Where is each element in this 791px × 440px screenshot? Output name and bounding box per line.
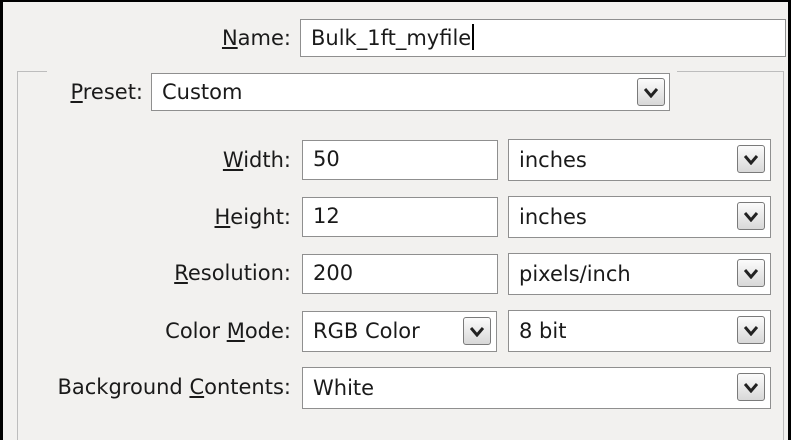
name-field[interactable]: Bulk_1ft_myfile (300, 19, 786, 57)
preset-select[interactable]: Custom (151, 73, 670, 111)
height-unit-dropdown-button[interactable] (737, 202, 765, 230)
color-mode-dropdown-button[interactable] (463, 317, 491, 345)
bit-depth-dropdown-button[interactable] (737, 316, 765, 344)
height-input[interactable]: 12 (302, 197, 498, 237)
chevron-down-icon (744, 212, 758, 222)
chevron-down-icon (644, 88, 658, 98)
resolution-unit-select[interactable]: pixels/inch (508, 253, 771, 295)
background-contents-select[interactable]: White (302, 367, 771, 409)
resolution-unit-dropdown-button[interactable] (737, 259, 765, 287)
new-document-dialog: Name: Bulk_1ft_myfile Preset: Custom Wid… (0, 0, 791, 440)
name-label: Name: (221, 26, 291, 50)
resolution-input[interactable]: 200 (302, 254, 498, 294)
preset-label: Preset: (70, 80, 143, 104)
chevron-down-icon (470, 327, 484, 337)
text-caret (472, 24, 475, 50)
chevron-down-icon (744, 155, 758, 165)
height-unit-select[interactable]: inches (508, 196, 771, 238)
width-unit-select[interactable]: inches (508, 139, 771, 181)
width-unit-dropdown-button[interactable] (737, 145, 765, 173)
chevron-down-icon (744, 269, 758, 279)
width-label: Width: (222, 148, 291, 172)
preset-dropdown-button[interactable] (637, 78, 665, 106)
resolution-label: Resolution: (174, 261, 291, 285)
chevron-down-icon (744, 383, 758, 393)
color-mode-label: Color Mode: (165, 319, 291, 343)
chevron-down-icon (744, 326, 758, 336)
height-label: Height: (214, 205, 292, 229)
bit-depth-select[interactable]: 8 bit (508, 310, 771, 352)
background-contents-dropdown-button[interactable] (737, 373, 765, 401)
background-contents-label: Background Contents: (57, 375, 291, 399)
width-input[interactable]: 50 (302, 140, 498, 180)
